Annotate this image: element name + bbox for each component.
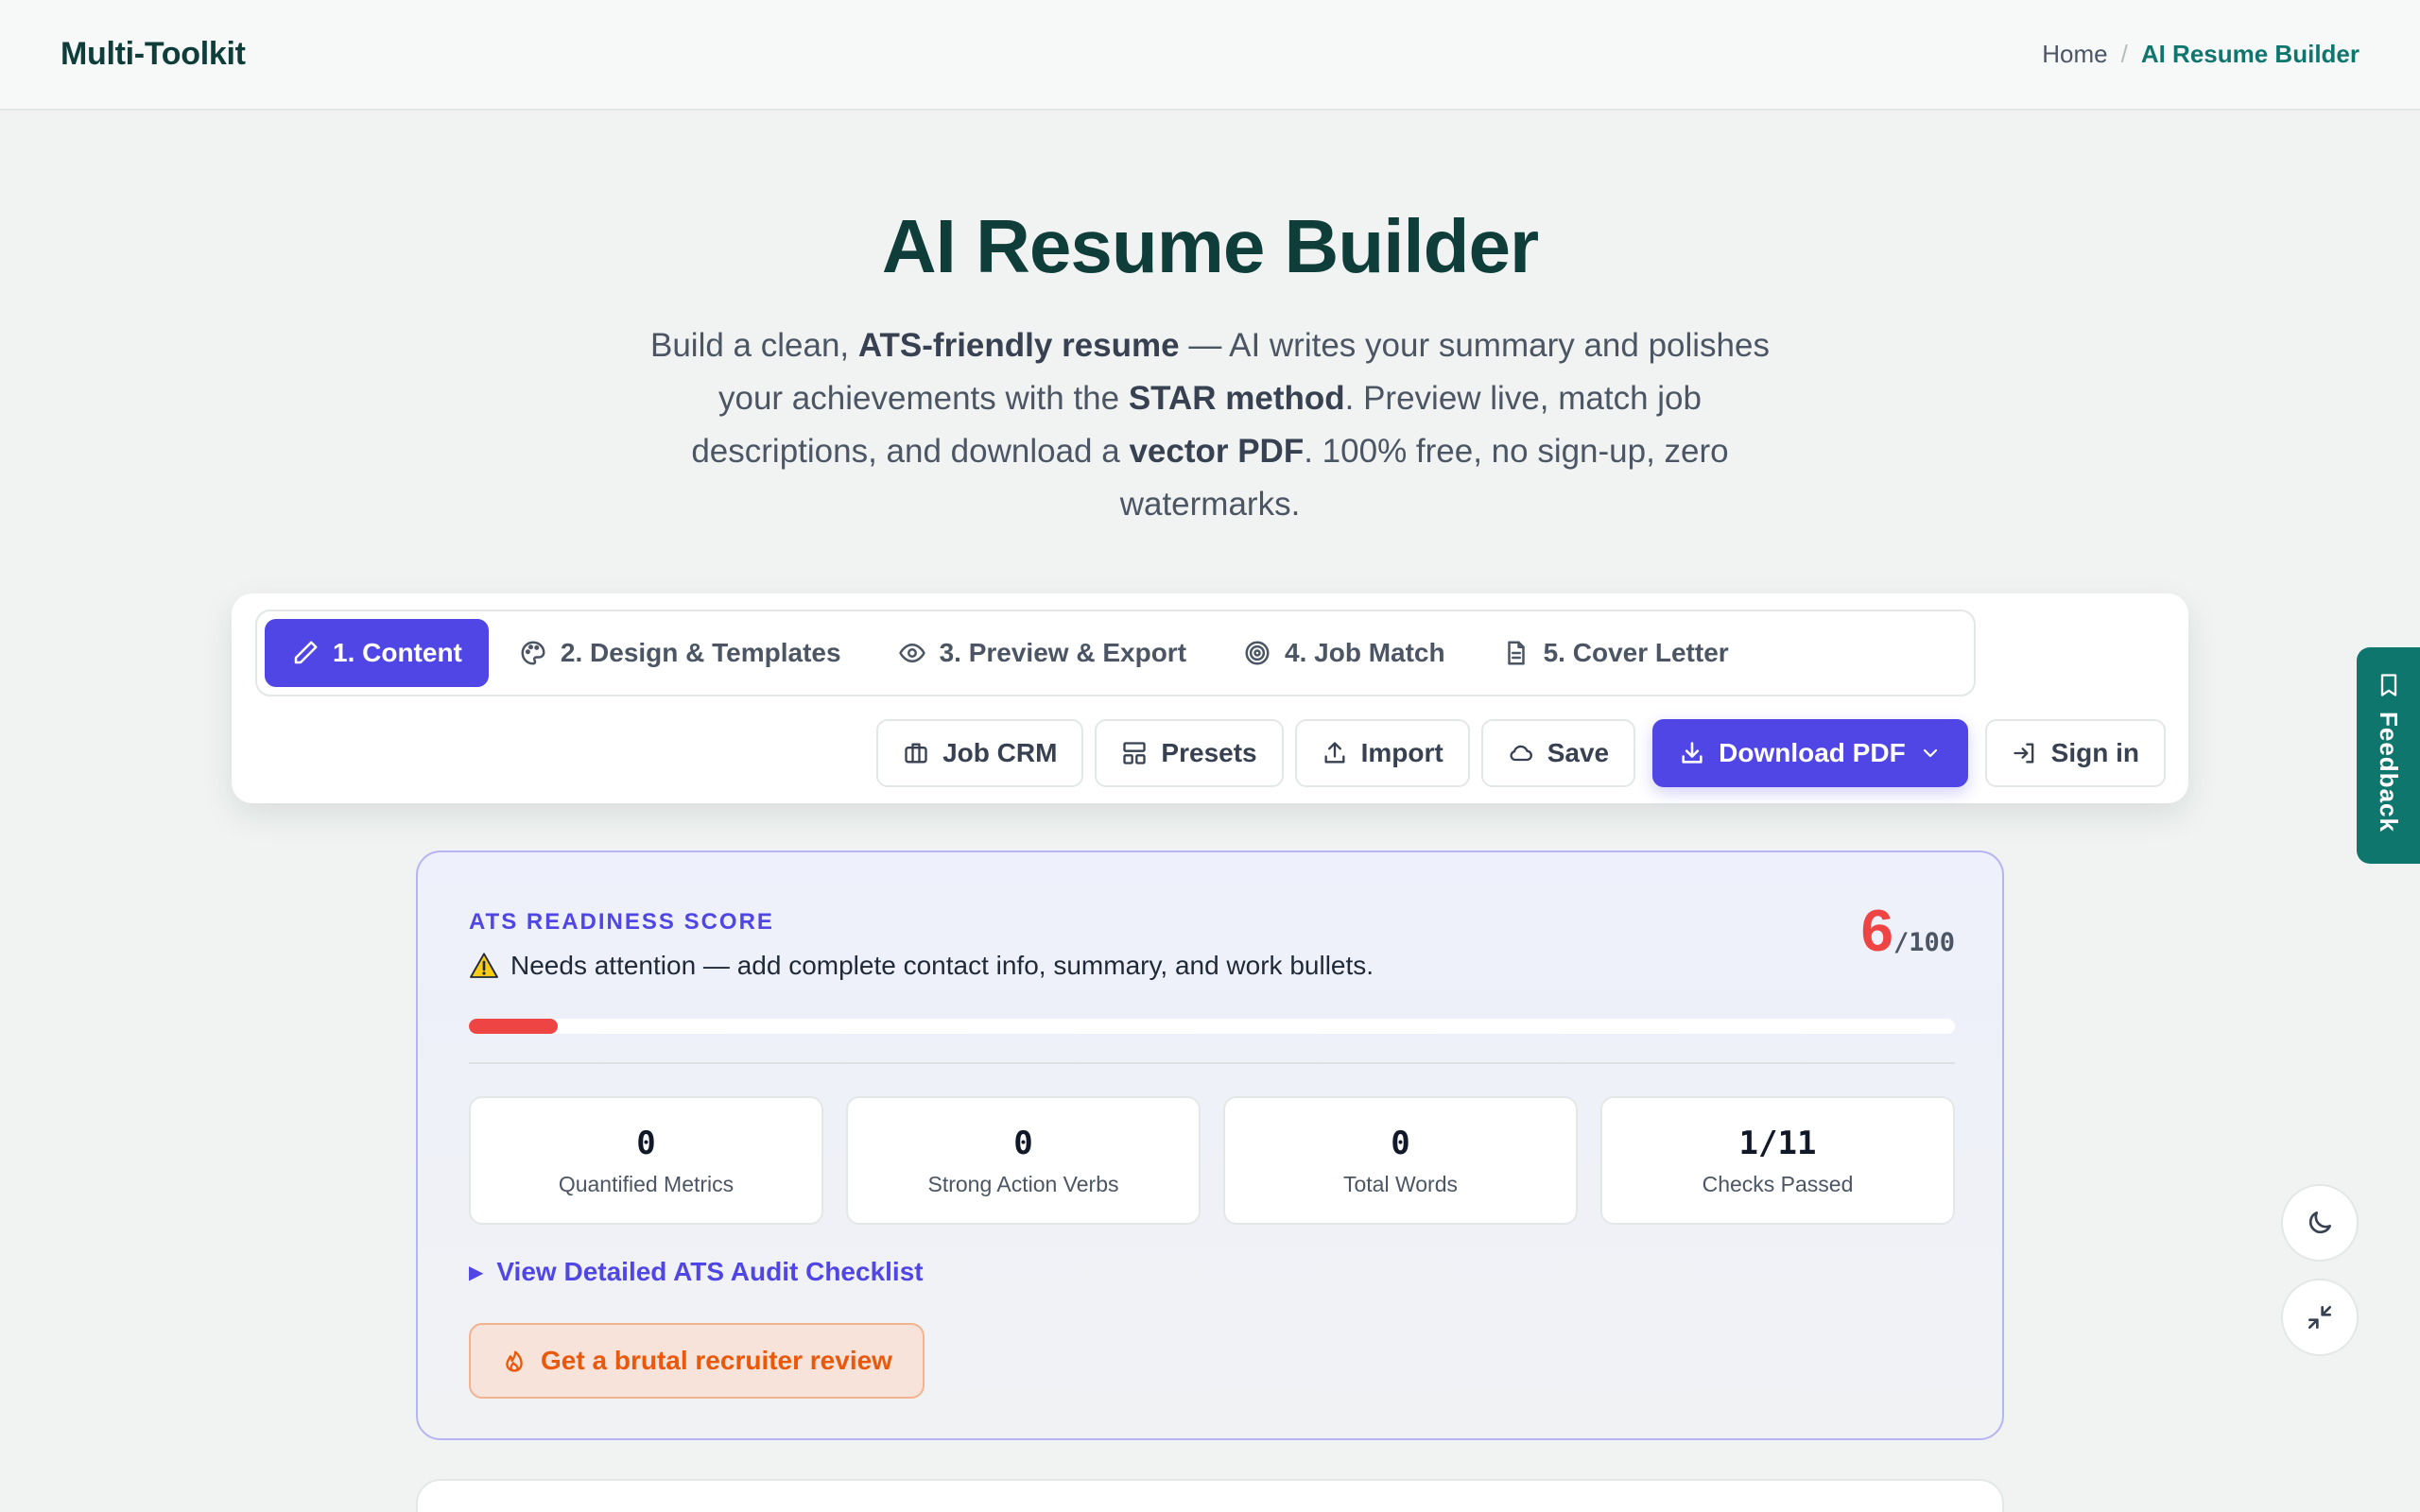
tab-job-match[interactable]: 4. Job Match	[1217, 619, 1472, 687]
audit-link-label: View Detailed ATS Audit Checklist	[496, 1257, 924, 1286]
stat-strong-action-verbs: 0 Strong Action Verbs	[846, 1096, 1201, 1225]
tab-label: 1. Content	[333, 638, 462, 667]
ats-score-max: /100	[1893, 928, 1955, 957]
button-label: Save	[1547, 738, 1610, 767]
ats-status-message: Needs attention — add complete contact i…	[469, 951, 1374, 981]
chevron-down-icon	[1923, 748, 1937, 758]
page-title: AI Resume Builder	[881, 204, 1539, 288]
layout-icon	[1123, 742, 1147, 765]
step-tabs: 1. Content 2. Design & Templates 3. Prev…	[255, 610, 1976, 696]
palette-icon	[521, 641, 545, 665]
flame-icon	[506, 1350, 523, 1372]
recruiter-review-button[interactable]: Get a brutal recruiter review	[469, 1323, 925, 1399]
button-label: Sign in	[2050, 738, 2139, 767]
import-button[interactable]: Import	[1294, 719, 1470, 787]
ats-score-label: ATS READINESS SCORE	[469, 909, 774, 935]
stat-label: Checks Passed	[1702, 1171, 1854, 1196]
ats-score-number: 6	[1860, 899, 1893, 964]
review-button-label: Get a brutal recruiter review	[541, 1346, 892, 1375]
button-label: Download PDF	[1719, 738, 1906, 767]
breadcrumb-current: AI Resume Builder	[2140, 40, 2360, 68]
tab-design-templates[interactable]: 2. Design & Templates	[493, 619, 868, 687]
ats-progress-fill	[469, 1019, 559, 1034]
top-navbar: Multi-Toolkit Home / AI Resume Builder	[0, 0, 2420, 111]
download-pdf-button[interactable]: Download PDF	[1652, 719, 1968, 787]
collapse-button[interactable]	[2281, 1279, 2359, 1356]
toolbar-actions: Job CRM Presets Import Save Download PDF…	[876, 719, 2166, 787]
sign-in-button[interactable]: Sign in	[1984, 719, 2166, 787]
upload-icon	[1324, 742, 1345, 764]
toolbar-card: 1. Content 2. Design & Templates 3. Prev…	[232, 593, 2188, 803]
ats-message-text: Needs attention — add complete contact i…	[510, 951, 1374, 980]
stat-value: 0	[1013, 1124, 1033, 1162]
stat-value: 0	[1391, 1124, 1410, 1162]
stat-checks-passed: 1/11 Checks Passed	[1600, 1096, 1955, 1225]
page-subtitle: Build a clean, ATS-friendly resume — AI …	[633, 319, 1787, 531]
subtitle-bold-ats: ATS-friendly resume	[857, 327, 1180, 364]
tab-label: 3. Preview & Export	[939, 638, 1187, 667]
tab-label: 4. Job Match	[1285, 638, 1445, 667]
button-label: Presets	[1161, 738, 1257, 767]
button-label: Job CRM	[942, 738, 1058, 767]
ats-progress-bar	[469, 1019, 1955, 1034]
moon-icon	[2308, 1211, 2331, 1234]
eye-icon	[898, 644, 925, 662]
download-icon	[1682, 742, 1703, 764]
tab-preview-export[interactable]: 3. Preview & Export	[872, 619, 1213, 687]
tab-label: 2. Design & Templates	[560, 638, 841, 667]
brand-logo[interactable]: Multi-Toolkit	[60, 36, 246, 73]
breadcrumb-separator: /	[2120, 40, 2128, 68]
subtitle-bold-star: STAR method	[1128, 380, 1345, 417]
subtitle-bold-pdf: vector PDF	[1129, 433, 1305, 470]
cloud-icon	[1510, 745, 1532, 762]
feedback-tab[interactable]: Feedback	[2357, 647, 2420, 864]
caret-right-icon: ▶	[469, 1262, 484, 1283]
target-icon	[1245, 641, 1270, 665]
pencil-icon	[294, 641, 318, 664]
subtitle-text: Build a clean,	[650, 327, 858, 364]
ats-score-card: ATS READINESS SCORE Needs attention — ad…	[416, 850, 2004, 1440]
stat-total-words: 0 Total Words	[1223, 1096, 1578, 1225]
stat-value: 0	[636, 1124, 656, 1162]
warning-icon	[470, 953, 498, 978]
tab-cover-letter[interactable]: 5. Cover Letter	[1476, 619, 1755, 687]
dark-mode-toggle[interactable]	[2281, 1184, 2359, 1262]
stat-label: Strong Action Verbs	[927, 1171, 1119, 1196]
minimize-icon	[2308, 1306, 2331, 1329]
presets-button[interactable]: Presets	[1095, 719, 1284, 787]
tab-content[interactable]: 1. Content	[265, 619, 489, 687]
stat-label: Total Words	[1342, 1171, 1458, 1196]
document-icon	[1507, 641, 1525, 665]
stat-quantified-metrics: 0 Quantified Metrics	[469, 1096, 823, 1225]
breadcrumb: Home / AI Resume Builder	[2042, 40, 2360, 69]
stat-value: 1/11	[1738, 1124, 1817, 1162]
sign-in-icon	[2014, 743, 2034, 764]
job-crm-button[interactable]: Job CRM	[876, 719, 1084, 787]
feedback-label: Feedback	[2375, 712, 2403, 833]
save-button[interactable]: Save	[1480, 719, 1636, 787]
message-icon	[2380, 674, 2396, 696]
divider	[469, 1062, 1955, 1064]
ats-audit-checklist-toggle[interactable]: ▶ View Detailed ATS Audit Checklist	[469, 1257, 924, 1287]
stat-label: Quantified Metrics	[558, 1171, 735, 1196]
button-label: Import	[1360, 738, 1443, 767]
ats-score-value: 6 /100	[1860, 898, 1955, 965]
ats-stats: 0 Quantified Metrics 0 Strong Action Ver…	[469, 1096, 1955, 1225]
tab-label: 5. Cover Letter	[1543, 638, 1729, 667]
next-section-card	[416, 1479, 2004, 1512]
briefcase-icon	[905, 743, 927, 764]
breadcrumb-home[interactable]: Home	[2042, 40, 2107, 69]
